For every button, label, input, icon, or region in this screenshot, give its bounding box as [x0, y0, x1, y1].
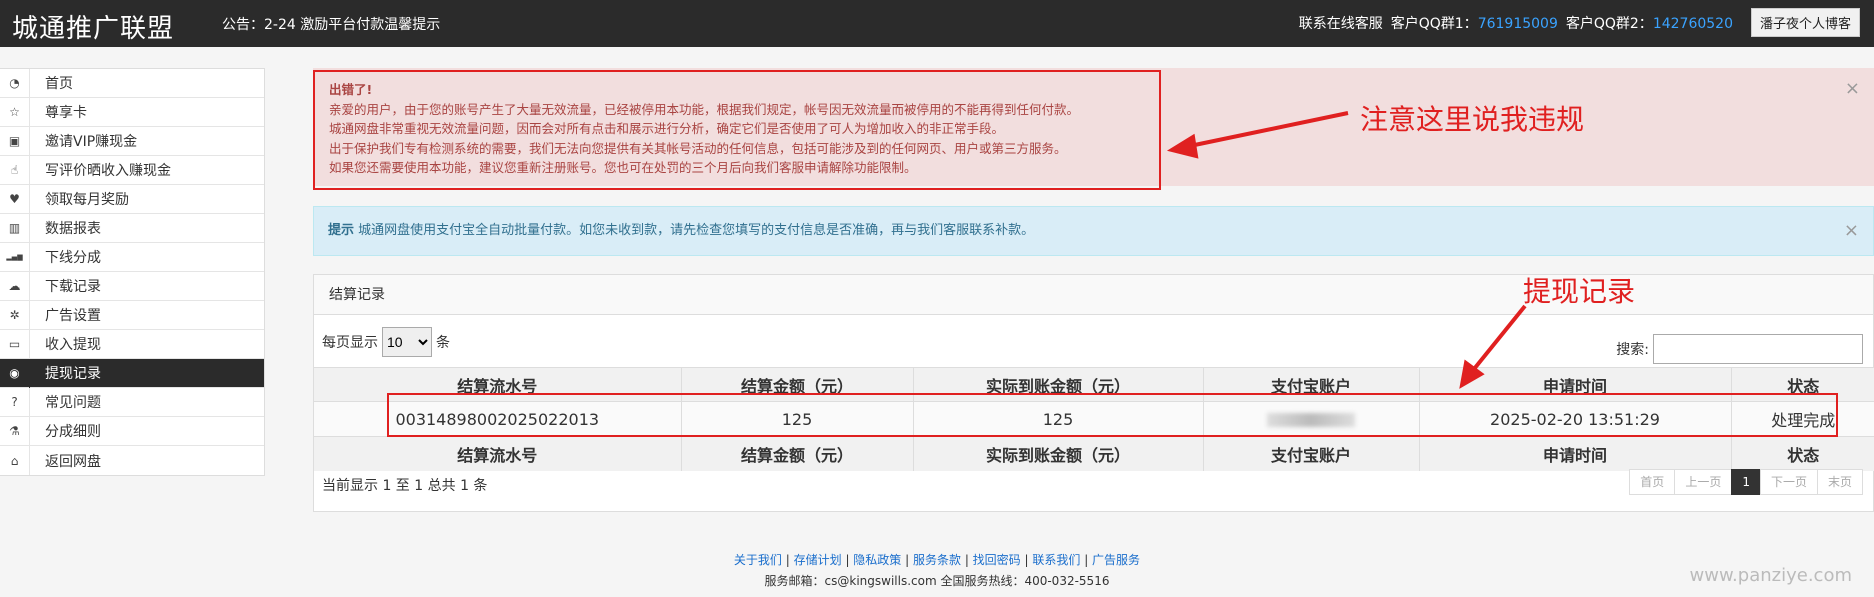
footer-link[interactable]: 存储计划: [794, 553, 842, 567]
site-footer: 关于我们 | 存储计划 | 隐私政策 | 服务条款 | 找回密码 | 联系我们 …: [0, 550, 1874, 592]
footer-contact: 服务邮箱：cs@kingswills.com 全国服务热线：400-032-55…: [764, 574, 1110, 588]
annotation-arrows: [1166, 111, 1527, 389]
footer-link[interactable]: 隐私政策: [853, 553, 901, 567]
footer-links: 关于我们 | 存储计划 | 隐私政策 | 服务条款 | 找回密码 | 联系我们 …: [0, 550, 1874, 571]
footer-separator: |: [781, 553, 794, 567]
footer-link[interactable]: 找回密码: [973, 553, 1021, 567]
footer-link[interactable]: 关于我们: [734, 553, 782, 567]
arrow-line: [1184, 111, 1349, 149]
arrow-head: [1166, 133, 1199, 159]
watermark: www.panziye.com: [1689, 565, 1852, 586]
footer-link[interactable]: 广告服务: [1092, 553, 1140, 567]
footer-link[interactable]: 联系我们: [1032, 553, 1080, 567]
footer-separator: |: [901, 553, 913, 567]
footer-separator: |: [1080, 553, 1093, 567]
footer-separator: |: [961, 553, 973, 567]
footer-separator: |: [841, 553, 854, 567]
footer-separator: |: [1020, 553, 1033, 567]
footer-link[interactable]: 服务条款: [913, 553, 961, 567]
arrow-line: [1468, 304, 1527, 376]
